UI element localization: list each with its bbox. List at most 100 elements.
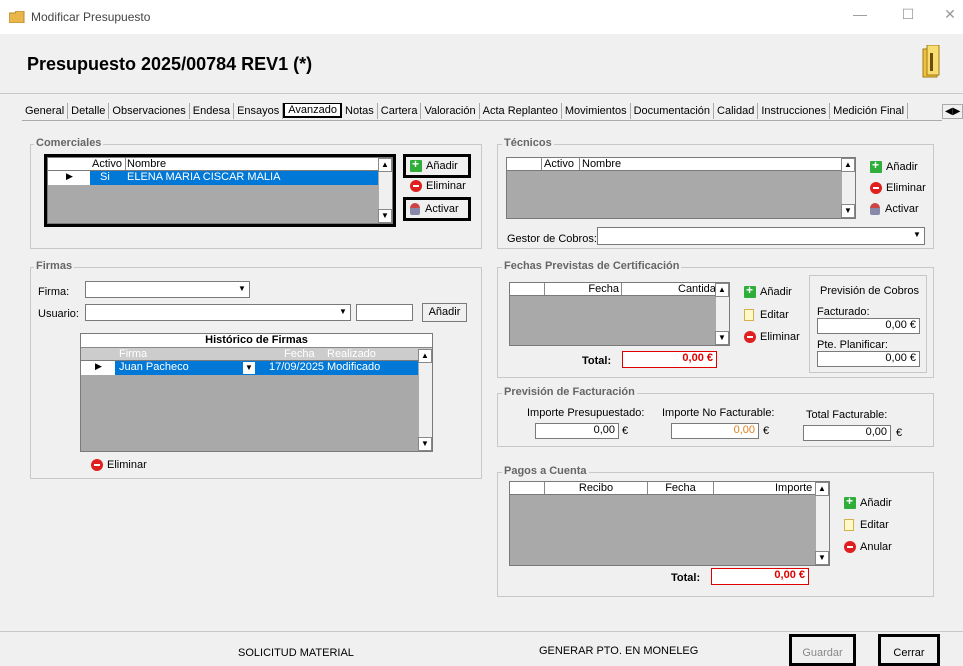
tab-instrucciones[interactable]: Instrucciones bbox=[758, 103, 831, 119]
importe-no-facturable-field[interactable]: 0,00 bbox=[671, 423, 759, 439]
firmas-label: Firmas bbox=[34, 260, 75, 272]
comerciales-add-button[interactable]: Añadir bbox=[403, 154, 471, 178]
add-icon bbox=[410, 157, 422, 173]
tecnicos-grid[interactable]: Activo Nombre ▲ ▼ bbox=[506, 157, 856, 219]
tab-documentacion[interactable]: Documentación bbox=[631, 103, 715, 119]
table-row[interactable]: ▶ Juan Pacheco ▼ 17/09/2025 Modificado bbox=[81, 361, 420, 375]
tecnicos-delete-button[interactable]: Eliminar bbox=[866, 182, 930, 195]
firmas-add-button[interactable]: Añadir bbox=[422, 303, 467, 322]
window-title: Modificar Presupuesto bbox=[31, 10, 151, 24]
header: Presupuesto 2025/00784 REV1 (*) bbox=[0, 34, 963, 94]
scroll-down-icon[interactable]: ▼ bbox=[418, 437, 432, 451]
scroll-up-icon[interactable]: ▲ bbox=[715, 283, 729, 297]
certificacion-total-value: 0,00 € bbox=[622, 351, 717, 368]
tab-observaciones[interactable]: Observaciones bbox=[109, 103, 190, 119]
certificacion-grid[interactable]: Fecha Cantidad ▲ ▼ bbox=[509, 282, 730, 346]
certificacion-delete-button[interactable]: Eliminar bbox=[740, 331, 804, 344]
scroll-down-icon[interactable]: ▼ bbox=[815, 551, 829, 565]
pagos-scrollbar[interactable]: ▲ ▼ bbox=[815, 482, 829, 565]
historico-title: Histórico de Firmas bbox=[81, 334, 432, 348]
pte-planificar-field[interactable]: 0,00 € bbox=[817, 351, 920, 367]
user-icon bbox=[870, 203, 880, 216]
scroll-down-icon[interactable]: ▼ bbox=[378, 209, 392, 223]
add-icon bbox=[744, 283, 756, 299]
generar-pto-button[interactable]: GENERAR PTO. EN MONELEG bbox=[539, 645, 698, 657]
importe-presupuestado-field[interactable]: 0,00 bbox=[535, 423, 619, 439]
button-label: Activar bbox=[425, 203, 459, 215]
col-nombre: Nombre bbox=[125, 158, 167, 170]
comerciales-activar-button[interactable]: Activar bbox=[403, 197, 471, 221]
pte-planificar-label: Pte. Planificar: bbox=[817, 339, 888, 351]
comerciales-scrollbar[interactable]: ▲ ▼ bbox=[378, 158, 392, 223]
grid-header: Activo Nombre bbox=[48, 158, 392, 171]
col-activo: Activo bbox=[92, 158, 122, 170]
scroll-up-icon[interactable]: ▲ bbox=[378, 158, 392, 172]
tab-calidad[interactable]: Calidad bbox=[714, 103, 759, 119]
pagos-anular-button[interactable]: Anular bbox=[840, 541, 896, 554]
guardar-button[interactable]: Guardar bbox=[789, 634, 856, 666]
tab-movimientos[interactable]: Movimientos bbox=[562, 103, 631, 119]
cerrar-button[interactable]: Cerrar bbox=[878, 634, 940, 666]
facturado-field[interactable]: 0,00 € bbox=[817, 318, 920, 334]
cell-firma: Juan Pacheco bbox=[119, 361, 189, 373]
scroll-down-icon[interactable]: ▼ bbox=[841, 204, 855, 218]
folder-icon bbox=[8, 10, 25, 24]
tecnicos-add-button[interactable]: Añadir bbox=[866, 158, 922, 174]
tab-avanzado[interactable]: Avanzado bbox=[283, 103, 343, 118]
certificacion-edit-button[interactable]: Editar bbox=[740, 309, 793, 322]
col-activo: Activo bbox=[541, 158, 574, 170]
chevron-down-icon[interactable]: ▼ bbox=[243, 362, 255, 374]
usuario-label: Usuario: bbox=[38, 308, 79, 320]
tab-endesa[interactable]: Endesa bbox=[190, 103, 235, 119]
solicitud-material-button[interactable]: SOLICITUD MATERIAL bbox=[238, 647, 354, 659]
firma-label: Firma: bbox=[38, 286, 70, 298]
pagos-grid[interactable]: Recibo Fecha Importe ▲ ▼ bbox=[509, 481, 830, 566]
firmas-delete-button[interactable]: Eliminar bbox=[87, 459, 151, 472]
button-label: Anular bbox=[860, 541, 892, 553]
euro-symbol: € bbox=[622, 425, 629, 437]
scroll-up-icon[interactable]: ▲ bbox=[815, 482, 829, 496]
historico-scrollbar[interactable]: ▲ ▼ bbox=[418, 349, 432, 451]
gestor-cobros-select[interactable]: ▼ bbox=[597, 227, 925, 245]
tab-cartera[interactable]: Cartera bbox=[378, 103, 422, 119]
usuario-select[interactable]: ▼ bbox=[85, 304, 351, 321]
scroll-up-icon[interactable]: ▲ bbox=[841, 158, 855, 172]
pagos-add-button[interactable]: Añadir bbox=[840, 494, 896, 510]
minimize-button[interactable]: — bbox=[845, 6, 875, 22]
tab-ensayos[interactable]: Ensayos bbox=[234, 103, 284, 119]
tab-general[interactable]: General bbox=[22, 103, 69, 119]
maximize-button[interactable]: ☐ bbox=[893, 6, 923, 23]
user-icon bbox=[410, 203, 420, 216]
pagos-total-label: Total: bbox=[671, 572, 701, 584]
tab-notas[interactable]: Notas bbox=[342, 103, 378, 119]
comerciales-grid-frame: Activo Nombre ▶ Si ELENA MARIA CISCAR MA… bbox=[44, 154, 396, 227]
pagos-label: Pagos a Cuenta bbox=[502, 465, 589, 477]
window-titlebar: Modificar Presupuesto — ☐ ✕ bbox=[0, 0, 963, 34]
folder-open-icon bbox=[921, 44, 941, 82]
scroll-down-icon[interactable]: ▼ bbox=[715, 331, 729, 345]
close-button[interactable]: ✕ bbox=[935, 6, 963, 23]
pagos-edit-button[interactable]: Editar bbox=[840, 519, 893, 532]
certificacion-add-button[interactable]: Añadir bbox=[740, 283, 796, 299]
tecnicos-activar-button[interactable]: Activar bbox=[866, 203, 923, 216]
tab-scroll-arrows[interactable]: ◀▶ bbox=[942, 104, 963, 119]
tecnicos-scrollbar[interactable]: ▲ ▼ bbox=[841, 158, 855, 218]
table-row[interactable]: ▶ Si ELENA MARIA CISCAR MALIA bbox=[48, 171, 380, 185]
tab-bar: General Detalle Observaciones Endesa Ensayos… bbox=[22, 103, 942, 121]
col-importe: Importe bbox=[775, 482, 813, 494]
comerciales-grid[interactable]: Activo Nombre ▶ Si ELENA MARIA CISCAR MA… bbox=[47, 157, 393, 224]
facturado-label: Facturado: bbox=[817, 306, 870, 318]
tab-valoracion[interactable]: Valoración bbox=[421, 103, 480, 119]
historico-firmas-grid[interactable]: Histórico de Firmas Firma Fecha Realizad… bbox=[80, 333, 433, 452]
usuario-extra-field[interactable] bbox=[356, 304, 413, 321]
page-title: Presupuesto 2025/00784 REV1 (*) bbox=[27, 54, 313, 74]
row-pointer-icon: ▶ bbox=[95, 361, 102, 371]
comerciales-delete-button[interactable]: Eliminar bbox=[406, 180, 470, 193]
firma-select[interactable]: ▼ bbox=[85, 281, 250, 298]
tab-detalle[interactable]: Detalle bbox=[68, 103, 110, 119]
scroll-up-icon[interactable]: ▲ bbox=[418, 349, 432, 363]
certificacion-scrollbar[interactable]: ▲ ▼ bbox=[715, 283, 729, 345]
tab-medicion-final[interactable]: Medición Final bbox=[830, 103, 909, 119]
button-label: Eliminar bbox=[426, 180, 466, 192]
tab-acta-replanteo[interactable]: Acta Replanteo bbox=[480, 103, 562, 119]
